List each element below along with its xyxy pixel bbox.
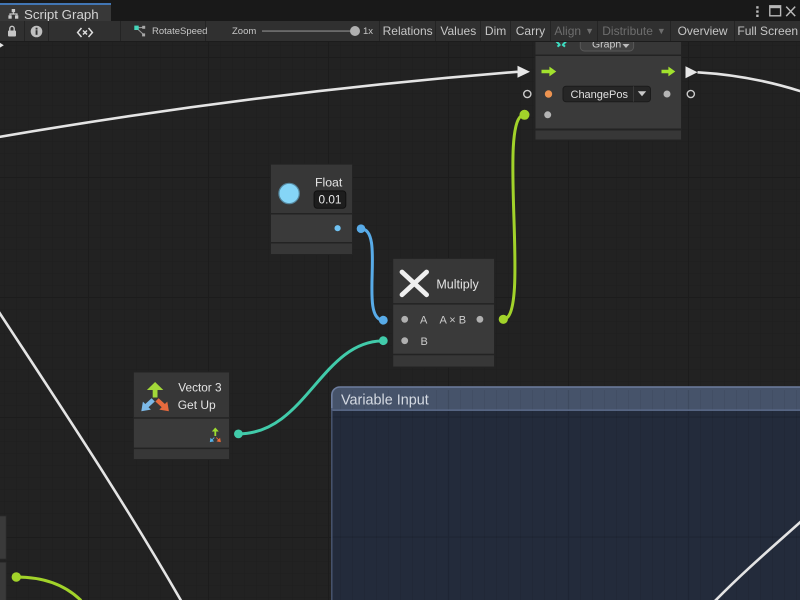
svg-text:A × B: A × B bbox=[439, 314, 466, 326]
svg-text:Vector 3: Vector 3 bbox=[178, 381, 222, 395]
svg-text:ChangePos: ChangePos bbox=[571, 89, 629, 101]
svg-text:Variable Input: Variable Input bbox=[341, 393, 429, 409]
svg-text:B: B bbox=[421, 336, 428, 348]
svg-text:A: A bbox=[420, 314, 428, 326]
svg-text:Get Up: Get Up bbox=[178, 398, 216, 412]
svg-text:Multiply: Multiply bbox=[436, 277, 479, 291]
svg-text:Float: Float bbox=[315, 176, 343, 190]
svg-text:0.01: 0.01 bbox=[319, 193, 342, 207]
